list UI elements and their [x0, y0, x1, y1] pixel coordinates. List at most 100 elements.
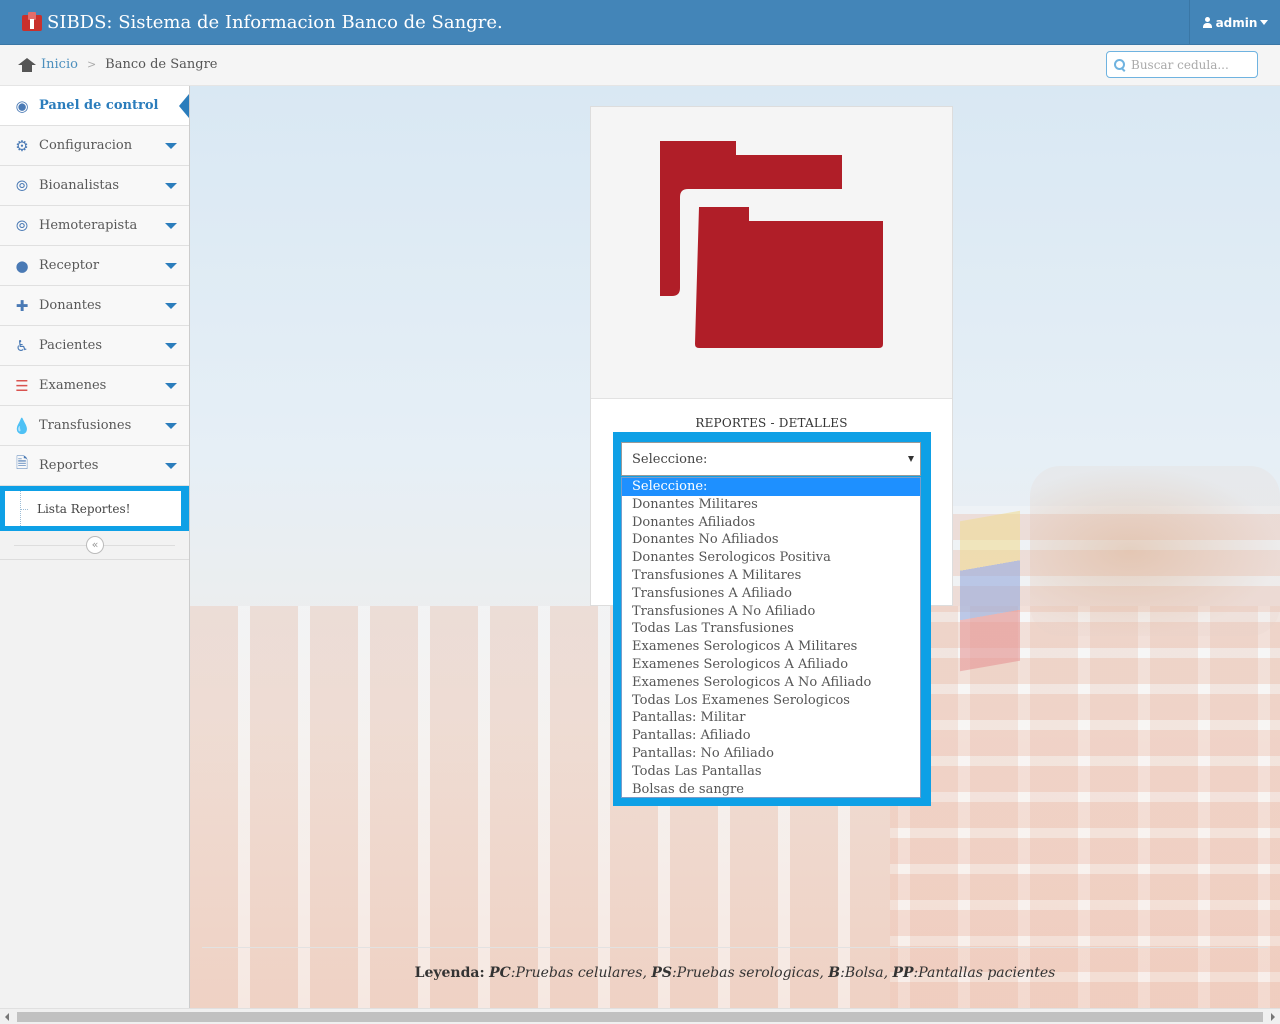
report-select-highlight: Seleccione: Seleccione: Donantes Militar…: [613, 432, 931, 806]
sidebar-item-panel-de-control[interactable]: ◉ Panel de control: [0, 86, 189, 126]
sidebar-item-hemoterapista[interactable]: ⦾ Hemoterapista: [0, 206, 189, 246]
breadcrumb: Inicio > Banco de Sangre: [18, 57, 217, 72]
home-icon: [18, 57, 36, 72]
legend-key: PC: [489, 965, 511, 981]
option-item[interactable]: Transfusiones A Afiliado: [622, 585, 920, 603]
submenu-item-label: Lista Reportes!: [37, 501, 131, 516]
stethoscope-icon: ⦾: [15, 216, 28, 235]
sidebar-item-label: Examenes: [39, 378, 107, 393]
sidebar: ◉ Panel de control ⚙ Configuracion ⦾ Bio…: [0, 86, 190, 1024]
option-item[interactable]: Pantallas: Militar: [622, 709, 920, 727]
sidebar-item-label: Transfusiones: [39, 418, 132, 433]
option-item[interactable]: Bolsas de sangre: [622, 781, 920, 799]
legend-text: :Pantallas pacientes: [913, 965, 1056, 981]
option-item[interactable]: Donantes Militares: [622, 496, 920, 514]
option-item[interactable]: Donantes No Afiliados: [622, 531, 920, 549]
brand[interactable]: SIBDS: Sistema de Informacion Banco de S…: [22, 9, 503, 35]
option-item[interactable]: Transfusiones A Militares: [622, 567, 920, 585]
submenu-item-lista-reportes[interactable]: Lista Reportes!: [5, 491, 181, 526]
divider: [202, 947, 1268, 948]
option-item[interactable]: Todas Las Transfusiones: [622, 620, 920, 638]
user-icon: ●: [15, 256, 29, 275]
sidebar-item-label: Hemoterapista: [39, 218, 138, 233]
horizontal-scrollbar[interactable]: [0, 1008, 1280, 1024]
sidebar-item-pacientes[interactable]: ♿ Pacientes: [0, 326, 189, 366]
option-item[interactable]: Examenes Serologicos A Militares: [622, 638, 920, 656]
caret-down-icon: [165, 263, 177, 269]
option-item[interactable]: Donantes Afiliados: [622, 514, 920, 532]
dashboard-icon: ◉: [15, 96, 29, 115]
sidebar-item-donantes[interactable]: ✚ Donantes: [0, 286, 189, 326]
user-name: admin: [1215, 15, 1258, 30]
breadcrumb-current: Banco de Sangre: [105, 57, 218, 72]
caret-down-icon: [1260, 20, 1269, 25]
sidebar-item-label: Pacientes: [39, 338, 103, 353]
sidebar-item-bioanalistas[interactable]: ⦾ Bioanalistas: [0, 166, 189, 206]
option-item[interactable]: Donantes Serologicos Positiva: [622, 549, 920, 567]
sidebar-item-label: Reportes: [39, 458, 99, 473]
caret-down-icon: [165, 343, 177, 349]
breadcrumb-bar: Inicio > Banco de Sangre: [0, 45, 1280, 86]
legend-key: B: [828, 965, 841, 981]
panel-image: [591, 107, 952, 399]
top-navbar: SIBDS: Sistema de Informacion Banco de S…: [0, 0, 1280, 45]
legend-text: :Pruebas celulares,: [510, 965, 652, 981]
option-item[interactable]: Todas Las Pantallas: [622, 763, 920, 781]
option-item[interactable]: Examenes Serologicos A No Afiliado: [622, 674, 920, 692]
sidebar-item-receptor[interactable]: ● Receptor: [0, 246, 189, 286]
panel-title: REPORTES - DETALLES: [695, 416, 848, 430]
caret-down-icon: [165, 423, 177, 429]
legend-key: PS: [651, 965, 672, 981]
user-menu[interactable]: admin: [1189, 0, 1280, 45]
option-item[interactable]: Transfusiones A No Afiliado: [622, 603, 920, 621]
option-item[interactable]: Todas Los Examenes Serologicos: [622, 692, 920, 710]
main-content: REPORTES - DETALLES Seleccione: Seleccio…: [190, 86, 1280, 1008]
sidebar-item-configuracion[interactable]: ⚙ Configuracion: [0, 126, 189, 166]
app-title: SIBDS: Sistema de Informacion Banco de S…: [47, 11, 503, 33]
submenu-highlight: Lista Reportes!: [0, 486, 189, 531]
caret-down-icon: [165, 183, 177, 189]
user-icon: [1202, 17, 1213, 28]
pdf-file-icon: 🗎: [15, 454, 29, 472]
sidebar-item-label: Receptor: [39, 258, 100, 273]
breadcrumb-home-link[interactable]: Inicio: [41, 57, 78, 72]
double-chevron-left-icon[interactable]: «: [86, 536, 104, 554]
search-icon: [1113, 58, 1127, 72]
legend-text: :Bolsa,: [840, 965, 893, 981]
select-value: Seleccione:: [632, 451, 708, 467]
chevron-right-icon: >: [86, 58, 97, 71]
report-options-list: Seleccione: Donantes Militares Donantes …: [621, 477, 921, 798]
scroll-right-arrow-icon[interactable]: [1271, 1013, 1275, 1021]
search-box[interactable]: [1106, 51, 1258, 78]
caret-down-icon: [165, 463, 177, 469]
stethoscope-icon: ⦾: [15, 176, 28, 195]
caret-down-icon: [165, 303, 177, 309]
user-plus-icon: ✚: [15, 296, 29, 315]
legend-label: Leyenda:: [414, 965, 485, 981]
folders-icon: [660, 141, 883, 348]
option-item[interactable]: Seleccione:: [622, 478, 920, 496]
wheelchair-icon: ♿: [15, 336, 29, 355]
caret-down-icon: [908, 456, 914, 462]
legend-text: :Pruebas serologicas,: [672, 965, 829, 981]
sidebar-item-label: Panel de control: [39, 98, 159, 113]
sidebar-item-reportes[interactable]: 🗎 Reportes: [0, 446, 189, 486]
sidebar-item-examenes[interactable]: ☰ Examenes: [0, 366, 189, 406]
caret-down-icon: [165, 223, 177, 229]
option-item[interactable]: Pantallas: Afiliado: [622, 727, 920, 745]
gear-icon: ⚙: [15, 136, 29, 155]
caret-down-icon: [165, 143, 177, 149]
sidebar-item-transfusiones[interactable]: 💧 Transfusiones: [0, 406, 189, 446]
report-select[interactable]: Seleccione:: [621, 442, 921, 476]
search-input[interactable]: [1131, 57, 1251, 72]
sidebar-item-label: Donantes: [39, 298, 102, 313]
hospital-icon: [22, 12, 42, 32]
drop-icon: 💧: [12, 416, 32, 435]
sidebar-item-label: Configuracion: [39, 138, 133, 153]
option-item[interactable]: Examenes Serologicos A Afiliado: [622, 656, 920, 674]
list-icon: ☰: [15, 376, 29, 395]
scrollbar-thumb[interactable]: [17, 1012, 1263, 1022]
option-item[interactable]: Pantallas: No Afiliado: [622, 745, 920, 763]
sidebar-collapse-row: «: [0, 531, 189, 560]
scroll-left-arrow-icon[interactable]: [5, 1013, 9, 1021]
